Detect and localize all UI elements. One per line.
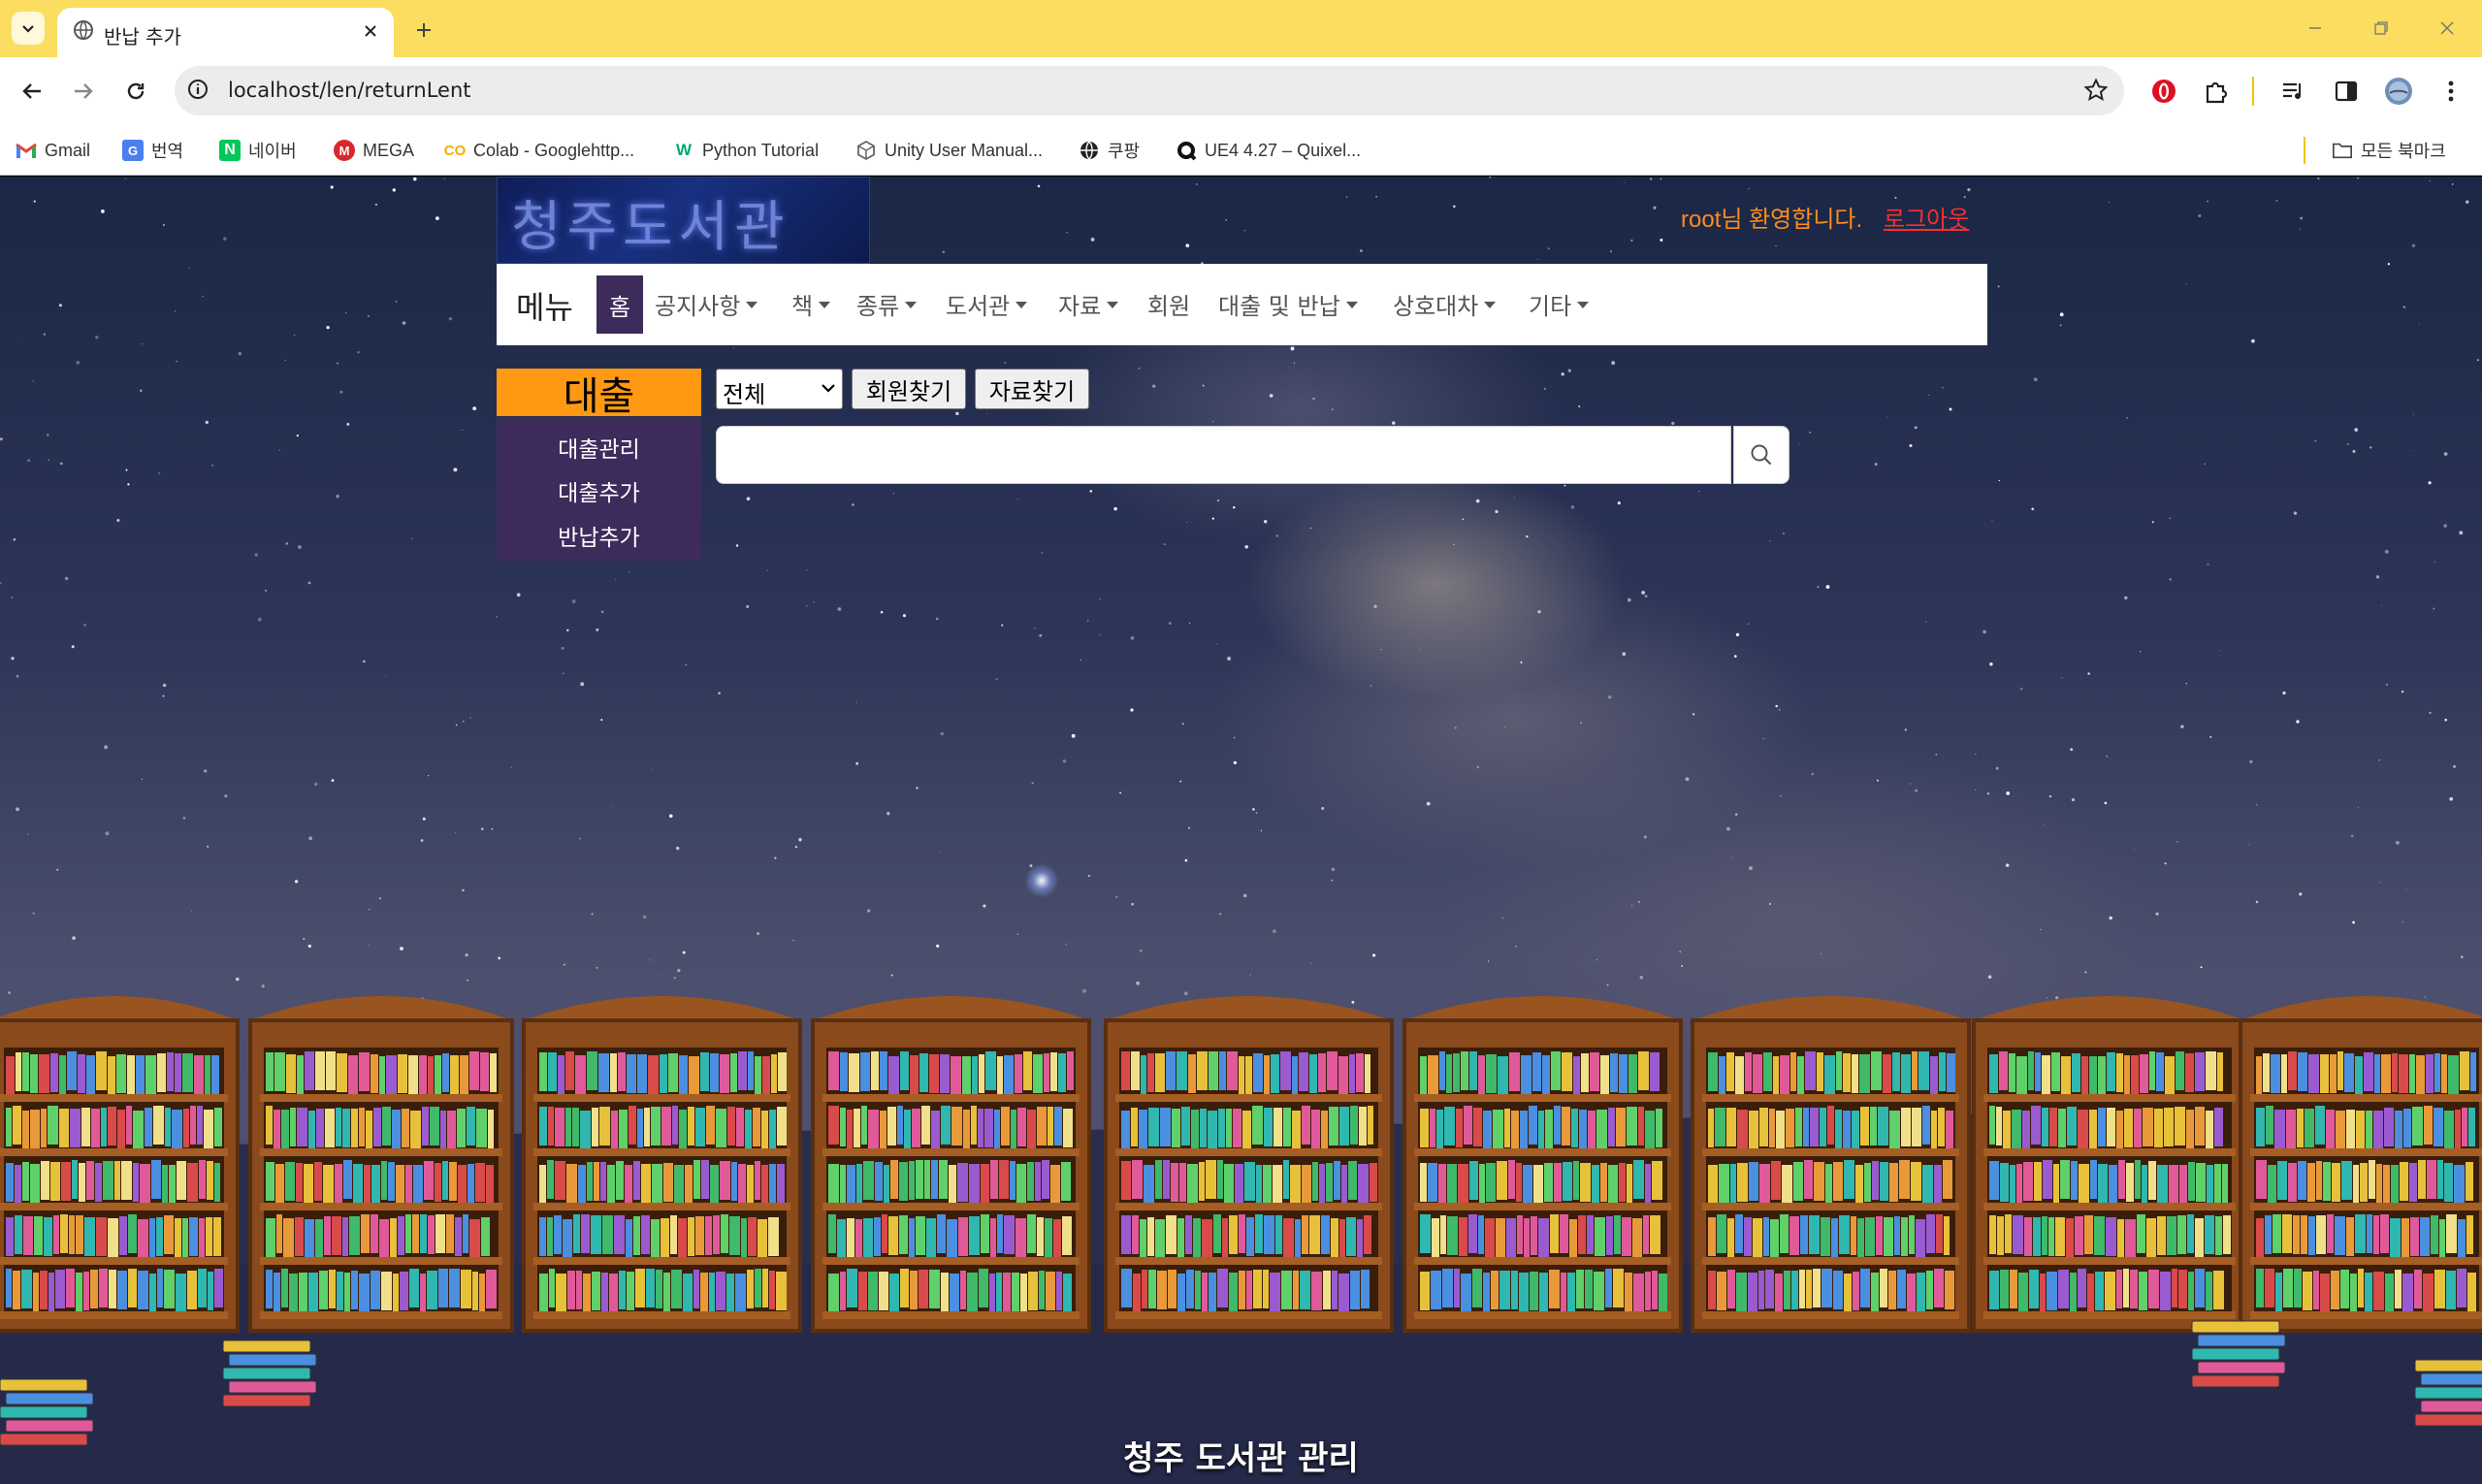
footer-title: 청주 도서관 관리 xyxy=(1123,1439,1359,1478)
tab-title: 반납 추가 xyxy=(104,25,181,48)
site-info-icon[interactable] xyxy=(186,78,210,105)
w3schools-icon: W xyxy=(675,141,693,159)
nav-book[interactable]: 책 xyxy=(791,287,831,321)
bookmark-mega[interactable]: M MEGA xyxy=(334,137,414,164)
bookmark-colab[interactable]: CO Colab - Googlehttp... xyxy=(444,137,634,164)
bookmark-quixel[interactable]: UE4 4.27 – Quixel... xyxy=(1176,137,1361,164)
new-tab-button[interactable] xyxy=(407,14,440,47)
bookmark-star-icon[interactable] xyxy=(2083,78,2109,107)
address-bar[interactable]: localhost/len/returnLent xyxy=(175,66,2124,115)
page-body: 청주도서관 root님 환영합니다. 로그아웃 메뉴 홈 공지사항 책 종류 도… xyxy=(0,177,2482,1484)
reload-button[interactable] xyxy=(115,71,156,112)
sidebar-title: 대출 xyxy=(497,369,701,419)
naver-icon: N xyxy=(219,140,241,161)
nav-library[interactable]: 도서관 xyxy=(946,287,1028,321)
unity-icon xyxy=(855,140,877,161)
media-control-icon[interactable] xyxy=(2275,73,2312,110)
forward-button[interactable] xyxy=(63,71,104,112)
more-menu-icon[interactable] xyxy=(2433,73,2469,110)
bookmarks-separator xyxy=(2304,137,2305,164)
nav-etc[interactable]: 기타 xyxy=(1529,287,1590,321)
all-bookmarks-folder[interactable]: 모든 북마크 xyxy=(2332,137,2446,164)
minimize-button[interactable] xyxy=(2293,12,2337,45)
sidebar-menu: 대출관리 대출추가 반납추가 xyxy=(497,417,701,561)
caret-down-icon xyxy=(1015,302,1028,308)
colab-icon: CO xyxy=(443,142,467,159)
caret-down-icon xyxy=(905,302,918,308)
navbar-brand[interactable]: 메뉴 xyxy=(516,283,573,328)
bookshelves-illustration xyxy=(0,996,2482,1484)
close-icon xyxy=(2440,21,2454,35)
main-navbar: 메뉴 홈 공지사항 책 종류 도서관 자료 회원 대출 및 반납 상호대차 기타 xyxy=(497,264,1987,345)
gmail-icon xyxy=(16,140,37,161)
find-material-button[interactable]: 자료찾기 xyxy=(975,369,1089,409)
nav-member[interactable]: 회원 xyxy=(1147,287,1190,321)
profile-avatar[interactable] xyxy=(2380,73,2417,110)
close-icon xyxy=(365,25,376,37)
nav-notice[interactable]: 공지사항 xyxy=(655,287,758,321)
sidebar-item-add-return[interactable]: 반납추가 xyxy=(497,519,701,552)
extensions-puzzle-icon[interactable] xyxy=(2198,73,2235,110)
bookmark-gmail[interactable]: Gmail xyxy=(16,137,90,164)
arrow-left-icon xyxy=(22,83,41,99)
side-panel-icon[interactable] xyxy=(2328,73,2365,110)
nav-lend-return[interactable]: 대출 및 반납 xyxy=(1218,287,1358,321)
nav-home[interactable]: 홈 xyxy=(596,275,643,334)
caret-down-icon xyxy=(746,302,758,308)
restore-icon xyxy=(2374,21,2388,35)
quixel-icon xyxy=(1176,140,1197,161)
search-icon xyxy=(1751,444,1772,466)
chevron-down-icon xyxy=(22,25,34,33)
bookmark-translate[interactable]: G 번역 xyxy=(122,137,183,164)
tab-strip: 반납 추가 xyxy=(0,0,2482,57)
search-input[interactable] xyxy=(716,426,1731,484)
bookmark-unity-manual[interactable]: Unity User Manual... xyxy=(855,137,1043,164)
welcome-message: root님 환영합니다. xyxy=(1681,207,1863,233)
nav-category[interactable]: 종류 xyxy=(856,287,918,321)
chevron-down-icon xyxy=(822,384,835,393)
opera-extension-icon[interactable] xyxy=(2145,73,2182,110)
find-member-button[interactable]: 회원찾기 xyxy=(852,369,966,409)
reload-icon xyxy=(127,82,145,100)
plus-icon xyxy=(417,23,431,37)
caret-down-icon xyxy=(1484,302,1497,308)
search-scope-select[interactable]: 전체 xyxy=(716,369,843,409)
toolbar-separator xyxy=(2252,77,2254,106)
arrow-right-icon xyxy=(75,83,93,99)
back-button[interactable] xyxy=(12,71,52,112)
restore-button[interactable] xyxy=(2359,12,2403,45)
tab-search-button[interactable] xyxy=(12,12,45,45)
bookmark-naver[interactable]: N 네이버 xyxy=(219,137,297,164)
bookmarks-bar: Gmail G 번역 N 네이버 M MEGA CO Colab - Googl… xyxy=(0,125,2482,176)
sidebar-item-add-lend[interactable]: 대출추가 xyxy=(497,474,701,507)
caret-down-icon xyxy=(819,302,831,308)
globe-icon xyxy=(1079,140,1100,161)
mega-icon: M xyxy=(334,140,355,161)
minimize-icon xyxy=(2309,27,2321,29)
browser-toolbar: localhost/len/returnLent xyxy=(0,57,2482,125)
caret-down-icon xyxy=(1107,302,1119,308)
caret-down-icon xyxy=(1345,302,1358,308)
caret-down-icon xyxy=(1577,302,1590,308)
folder-icon xyxy=(2332,140,2353,161)
nav-interlibrary-loan[interactable]: 상호대차 xyxy=(1393,287,1497,321)
logout-link[interactable]: 로그아웃 xyxy=(1884,200,1969,234)
close-tab-button[interactable] xyxy=(357,17,384,45)
bookmark-coupang[interactable]: 쿠팡 xyxy=(1079,137,1140,164)
translate-icon: G xyxy=(122,140,144,161)
globe-icon xyxy=(73,19,94,45)
sidebar-item-lend-manage[interactable]: 대출관리 xyxy=(497,431,701,464)
active-tab[interactable]: 반납 추가 xyxy=(57,8,394,57)
nav-materials[interactable]: 자료 xyxy=(1058,287,1119,321)
bookmark-python-tutorial[interactable]: W Python Tutorial xyxy=(673,137,819,164)
library-logo[interactable]: 청주도서관 xyxy=(497,177,870,264)
url-text: localhost/len/returnLent xyxy=(228,79,471,102)
search-button[interactable] xyxy=(1733,426,1789,484)
close-window-button[interactable] xyxy=(2425,12,2469,45)
